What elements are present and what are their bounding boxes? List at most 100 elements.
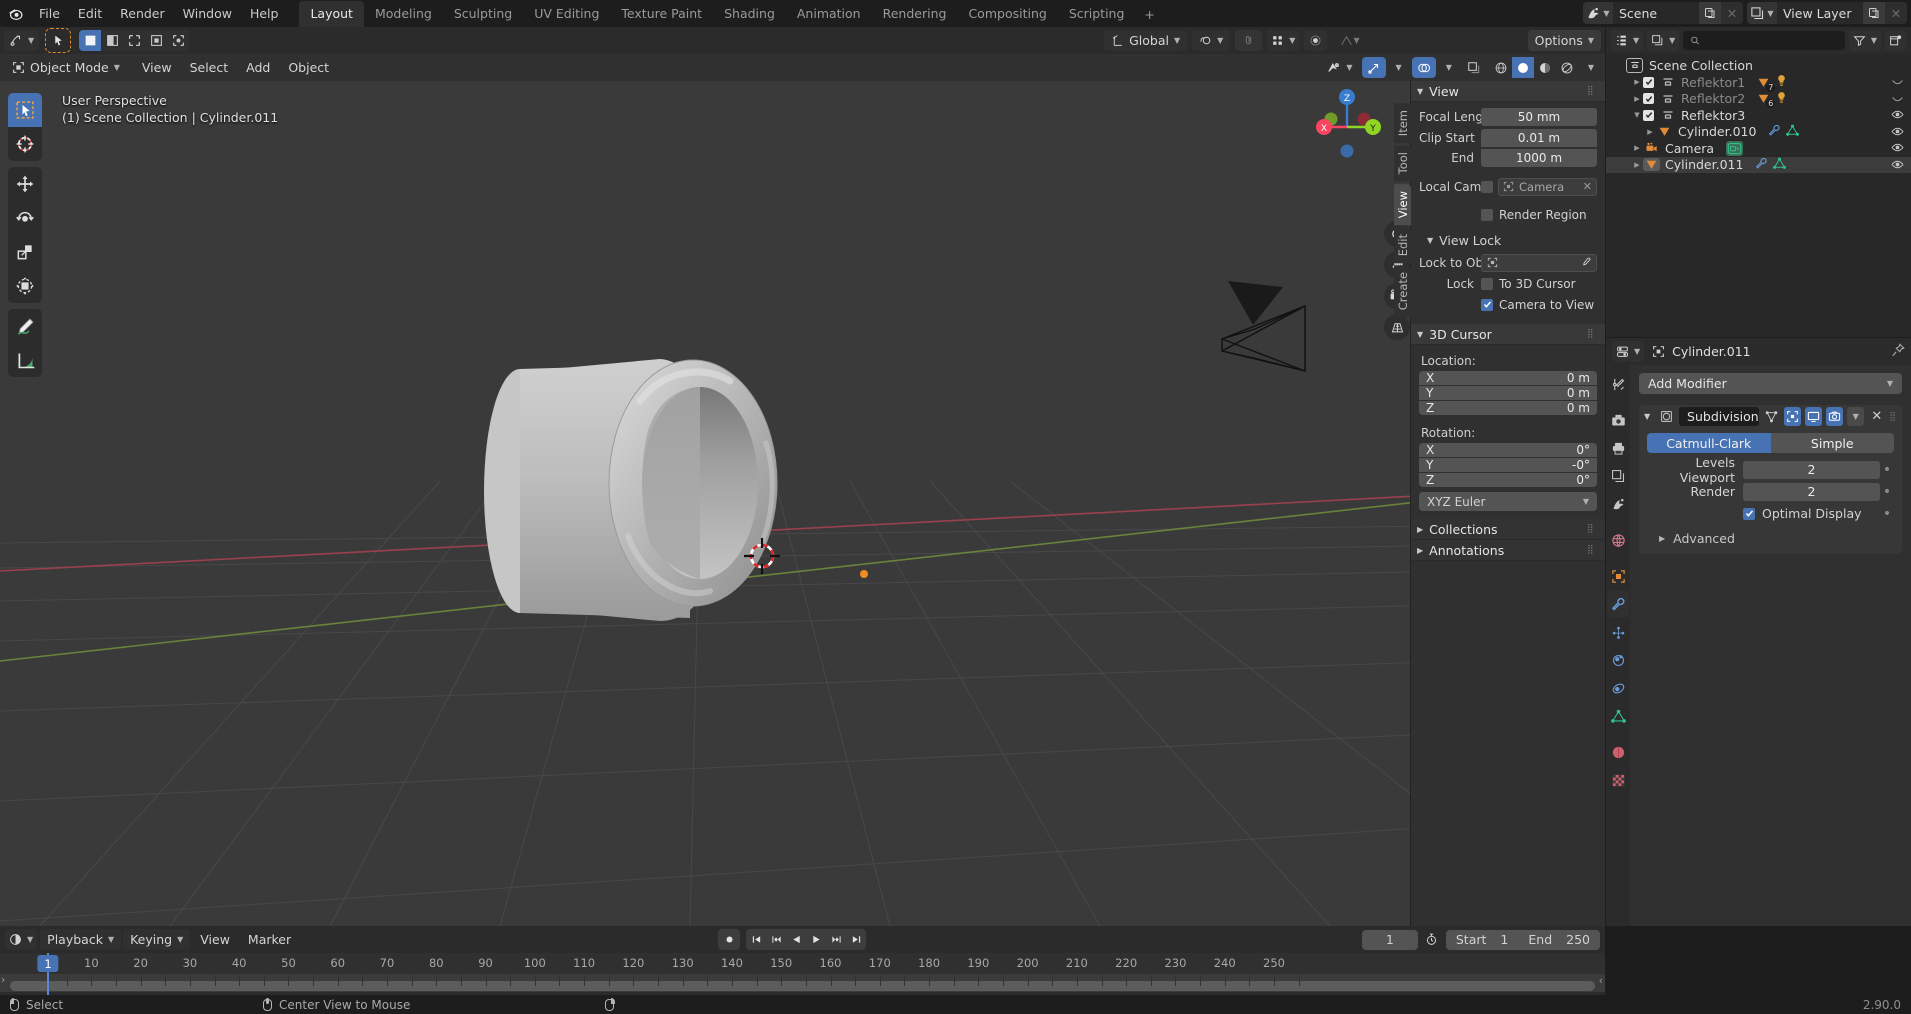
gizmo-options-dropdown[interactable]: ▼ [1390,57,1408,78]
animate-property-dot[interactable]: • [1880,465,1894,475]
new-scene-button[interactable] [1699,2,1721,24]
hidden-eye-icon[interactable] [1891,75,1904,91]
outliner-row[interactable]: ▶Reflektor17 [1606,74,1911,91]
collection-checkbox[interactable] [1643,110,1654,121]
outliner-editor-type[interactable]: ▼ [1611,30,1643,51]
properties-tab-material-icon[interactable] [1607,739,1629,765]
timeline-collapse-arrow[interactable]: ‹ [1599,974,1603,987]
modifier-data-icon[interactable] [1755,157,1768,173]
select-intersect-icon[interactable] [167,30,189,51]
transform-tool[interactable] [8,269,42,303]
timeline-track[interactable] [0,974,1605,992]
current-frame-field[interactable]: 1 [1362,930,1418,950]
workspace-tab-sculpting[interactable]: Sculpting [443,1,523,27]
record-icon[interactable] [718,929,740,950]
outliner-row[interactable]: ▼Reflektor3 [1606,107,1911,124]
viewport-menu-select[interactable]: Select [182,57,237,78]
rotation-mode-dropdown[interactable]: XYZ Euler ▼ [1419,492,1597,511]
camera-to-view-checkbox[interactable] [1481,299,1493,311]
view-layer-selector[interactable]: ▼ View Layer ✕ [1747,2,1907,24]
rendered-shading-icon[interactable] [1556,57,1578,78]
cursor-section-header[interactable]: ▼ 3D Cursor ⣿ [1411,324,1605,345]
properties-tab-scene-icon[interactable] [1607,491,1629,517]
workspace-tab-shading[interactable]: Shading [713,1,786,27]
camera-data-icon[interactable] [1726,141,1743,156]
playhead-label[interactable]: 1 [37,955,58,972]
shading-options-dropdown[interactable]: ▼ [1582,57,1600,78]
modifier-name-field[interactable]: Subdivision [1679,407,1759,426]
n-panel-tab-item[interactable]: Item [1394,103,1411,143]
workspace-tab-uv-editing[interactable]: UV Editing [523,1,610,27]
outliner-search-input[interactable] [1683,31,1845,50]
select-extend-icon[interactable] [101,30,123,51]
delete-scene-button[interactable]: ✕ [1721,2,1743,24]
clear-local-camera-icon[interactable]: ✕ [1583,180,1592,193]
scene-selector[interactable]: ▼ Scene ✕ [1583,2,1743,24]
timeline-horizontal-scrollbar[interactable] [10,981,1595,991]
expand-triangle-icon[interactable]: ▶ [1631,74,1643,90]
timeline-menu-marker[interactable]: Marker [240,929,299,950]
workspace-tab-texture-paint[interactable]: Texture Paint [610,1,713,27]
pin-icon[interactable] [1891,343,1905,360]
local-camera-checkbox[interactable] [1481,181,1493,193]
shading-mode-group[interactable] [1490,57,1578,78]
eye-icon[interactable] [1891,141,1904,157]
properties-tab-constraints-icon[interactable] [1607,675,1629,701]
jump-end-icon[interactable] [846,929,866,950]
add-workspace-button[interactable]: + [1135,2,1163,27]
to-3d-cursor-checkbox[interactable] [1481,278,1493,290]
on-cage-toggle-icon[interactable] [1763,407,1780,426]
menu-window[interactable]: Window [174,3,241,24]
local-camera-field[interactable]: Camera ✕ [1498,178,1597,196]
view-section-header[interactable]: ▼ View ⣿ [1411,81,1605,102]
n-panel-tab-create[interactable]: Create [1394,265,1411,317]
properties-tab-object-icon[interactable] [1607,563,1629,589]
outliner-display-mode[interactable]: ▼ [1647,30,1679,51]
frame-range-box[interactable]: Start 1 End 250 [1446,930,1600,950]
outliner-root-row[interactable]: Scene Collection [1606,56,1911,74]
gizmo-toggle[interactable] [1362,57,1386,78]
solid-shading-icon[interactable] [1512,57,1534,78]
render-levels-field[interactable]: 2 [1743,483,1880,501]
select-mode-group[interactable] [47,30,69,51]
play-reverse-icon[interactable] [786,929,806,950]
menu-render[interactable]: Render [111,3,174,24]
viewport-menu-object[interactable]: Object [280,57,337,78]
clip-end-field[interactable]: 1000 m [1481,149,1597,167]
expand-triangle-icon[interactable]: ▶ [1631,140,1643,156]
next-keyframe-icon[interactable] [826,929,846,950]
transform-orientation-selector[interactable]: Global ▼ [1104,30,1187,51]
filter-button[interactable]: ▼ [1849,30,1881,51]
properties-editor-type[interactable]: ▼ [1612,341,1644,362]
clip-start-field[interactable]: 0.01 m [1481,129,1597,147]
n-panel-tab-edit[interactable]: Edit [1394,227,1411,263]
move-tool[interactable] [8,167,42,201]
workspace-tab-compositing[interactable]: Compositing [957,1,1057,27]
workspace-tab-rendering[interactable]: Rendering [872,1,958,27]
new-collection-button[interactable] [1885,30,1906,51]
drag-dots-icon[interactable]: ⣿ [1587,526,1599,532]
overlays-options-dropdown[interactable]: ▼ [1440,57,1458,78]
snap-toggle[interactable] [1235,30,1262,51]
measure-tool[interactable] [8,343,42,377]
proportional-edit-toggle[interactable] [1304,30,1327,51]
outliner-row[interactable]: ▶Cylinder.011 [1606,157,1911,174]
navigation-gizmo[interactable]: Z X Y [1305,81,1389,163]
editor-type-selector[interactable]: ▼ [4,30,39,51]
cursor-location-z-field[interactable]: Z0 m [1419,401,1597,415]
tweak-select-tool[interactable] [8,93,42,127]
drag-dots-icon[interactable]: ⣿ [1587,88,1599,94]
properties-tab-tool-icon[interactable] [1607,371,1629,397]
timeline-expand-arrow[interactable]: › [1,973,5,986]
properties-tab-render-icon[interactable] [1607,407,1629,433]
options-button[interactable]: Options ▼ [1528,30,1601,51]
snap-target-selector[interactable]: ▼ [1267,30,1299,51]
delete-modifier-button[interactable]: ✕ [1868,407,1885,426]
collections-section-header[interactable]: ▶ Collections ⣿ [1411,519,1605,540]
properties-tab-texture-icon[interactable] [1607,767,1629,793]
viewport-menu-add[interactable]: Add [238,57,278,78]
snap-pivot-selector[interactable]: ▼ [1192,30,1230,51]
drag-dots-icon[interactable]: ⣿ [1587,331,1599,337]
render-region-checkbox[interactable] [1481,209,1493,221]
collection-checkbox[interactable] [1643,77,1654,88]
